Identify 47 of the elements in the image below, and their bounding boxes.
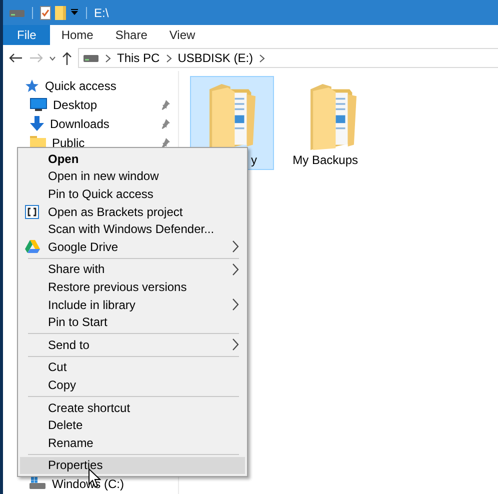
folder-name: y bbox=[250, 152, 258, 169]
folder-item[interactable]: My Backups bbox=[291, 76, 375, 170]
menu-item[interactable]: Pin to Start bbox=[20, 313, 245, 331]
drive-icon bbox=[29, 477, 46, 490]
sidebar-item[interactable]: Downloads bbox=[3, 114, 178, 133]
triangle-logo-icon bbox=[25, 240, 40, 254]
dropdown-icon bbox=[70, 8, 79, 17]
menu-item[interactable]: Include in library bbox=[20, 296, 245, 314]
chevron-icon bbox=[166, 54, 172, 62]
menu-item[interactable]: Open in new window bbox=[20, 168, 245, 186]
menu-item[interactable]: Share with bbox=[20, 260, 245, 278]
sidebar-item[interactable]: Quick access bbox=[3, 76, 178, 95]
star-icon bbox=[25, 78, 39, 92]
menu-item[interactable]: Properties bbox=[20, 456, 245, 474]
drive-icon bbox=[9, 8, 25, 18]
menu-item[interactable]: Create shortcut bbox=[20, 398, 245, 416]
menu-item[interactable]: Restore previous versions bbox=[20, 278, 245, 296]
up-icon[interactable] bbox=[62, 52, 72, 64]
drive-icon bbox=[83, 53, 99, 63]
menu-item[interactable]: Delete bbox=[20, 416, 245, 434]
down-arrow-icon bbox=[30, 116, 44, 131]
menu-item[interactable]: Google Drive bbox=[20, 238, 245, 256]
sidebar-item[interactable]: Desktop bbox=[3, 95, 178, 114]
menu-item[interactable]: Scan with Windows Defender... bbox=[20, 220, 245, 238]
menu-item[interactable]: Send to bbox=[20, 336, 245, 354]
address-bar[interactable]: This PC USBDISK (E:) bbox=[78, 48, 498, 68]
menu-item[interactable]: Pin to Quick access bbox=[20, 185, 245, 203]
document-check-icon bbox=[40, 6, 51, 20]
file-tab[interactable]: File bbox=[3, 25, 50, 45]
back-icon[interactable] bbox=[9, 53, 23, 63]
folder-name: My Backups bbox=[292, 152, 359, 169]
brackets-icon bbox=[25, 204, 39, 219]
window-title: E:\ bbox=[94, 4, 109, 22]
monitor-icon bbox=[30, 98, 47, 111]
menu-item[interactable]: Open as Brackets project bbox=[20, 202, 245, 220]
folder-icon bbox=[55, 6, 66, 20]
ribbon-tab[interactable]: Home bbox=[50, 25, 104, 45]
ribbon-tab[interactable]: Share bbox=[104, 25, 158, 45]
chevron-icon bbox=[259, 54, 266, 62]
menu-item[interactable]: Copy bbox=[20, 376, 245, 394]
breadcrumb[interactable]: USBDISK (E:) bbox=[178, 49, 254, 67]
breadcrumb[interactable]: This PC bbox=[117, 49, 160, 67]
chevron-icon bbox=[105, 54, 111, 62]
ribbon-tab[interactable]: View bbox=[158, 25, 206, 45]
menu-item[interactable]: Cut bbox=[20, 358, 245, 376]
menu-item[interactable]: Rename bbox=[20, 434, 245, 452]
recent-locations-icon[interactable] bbox=[49, 56, 56, 60]
